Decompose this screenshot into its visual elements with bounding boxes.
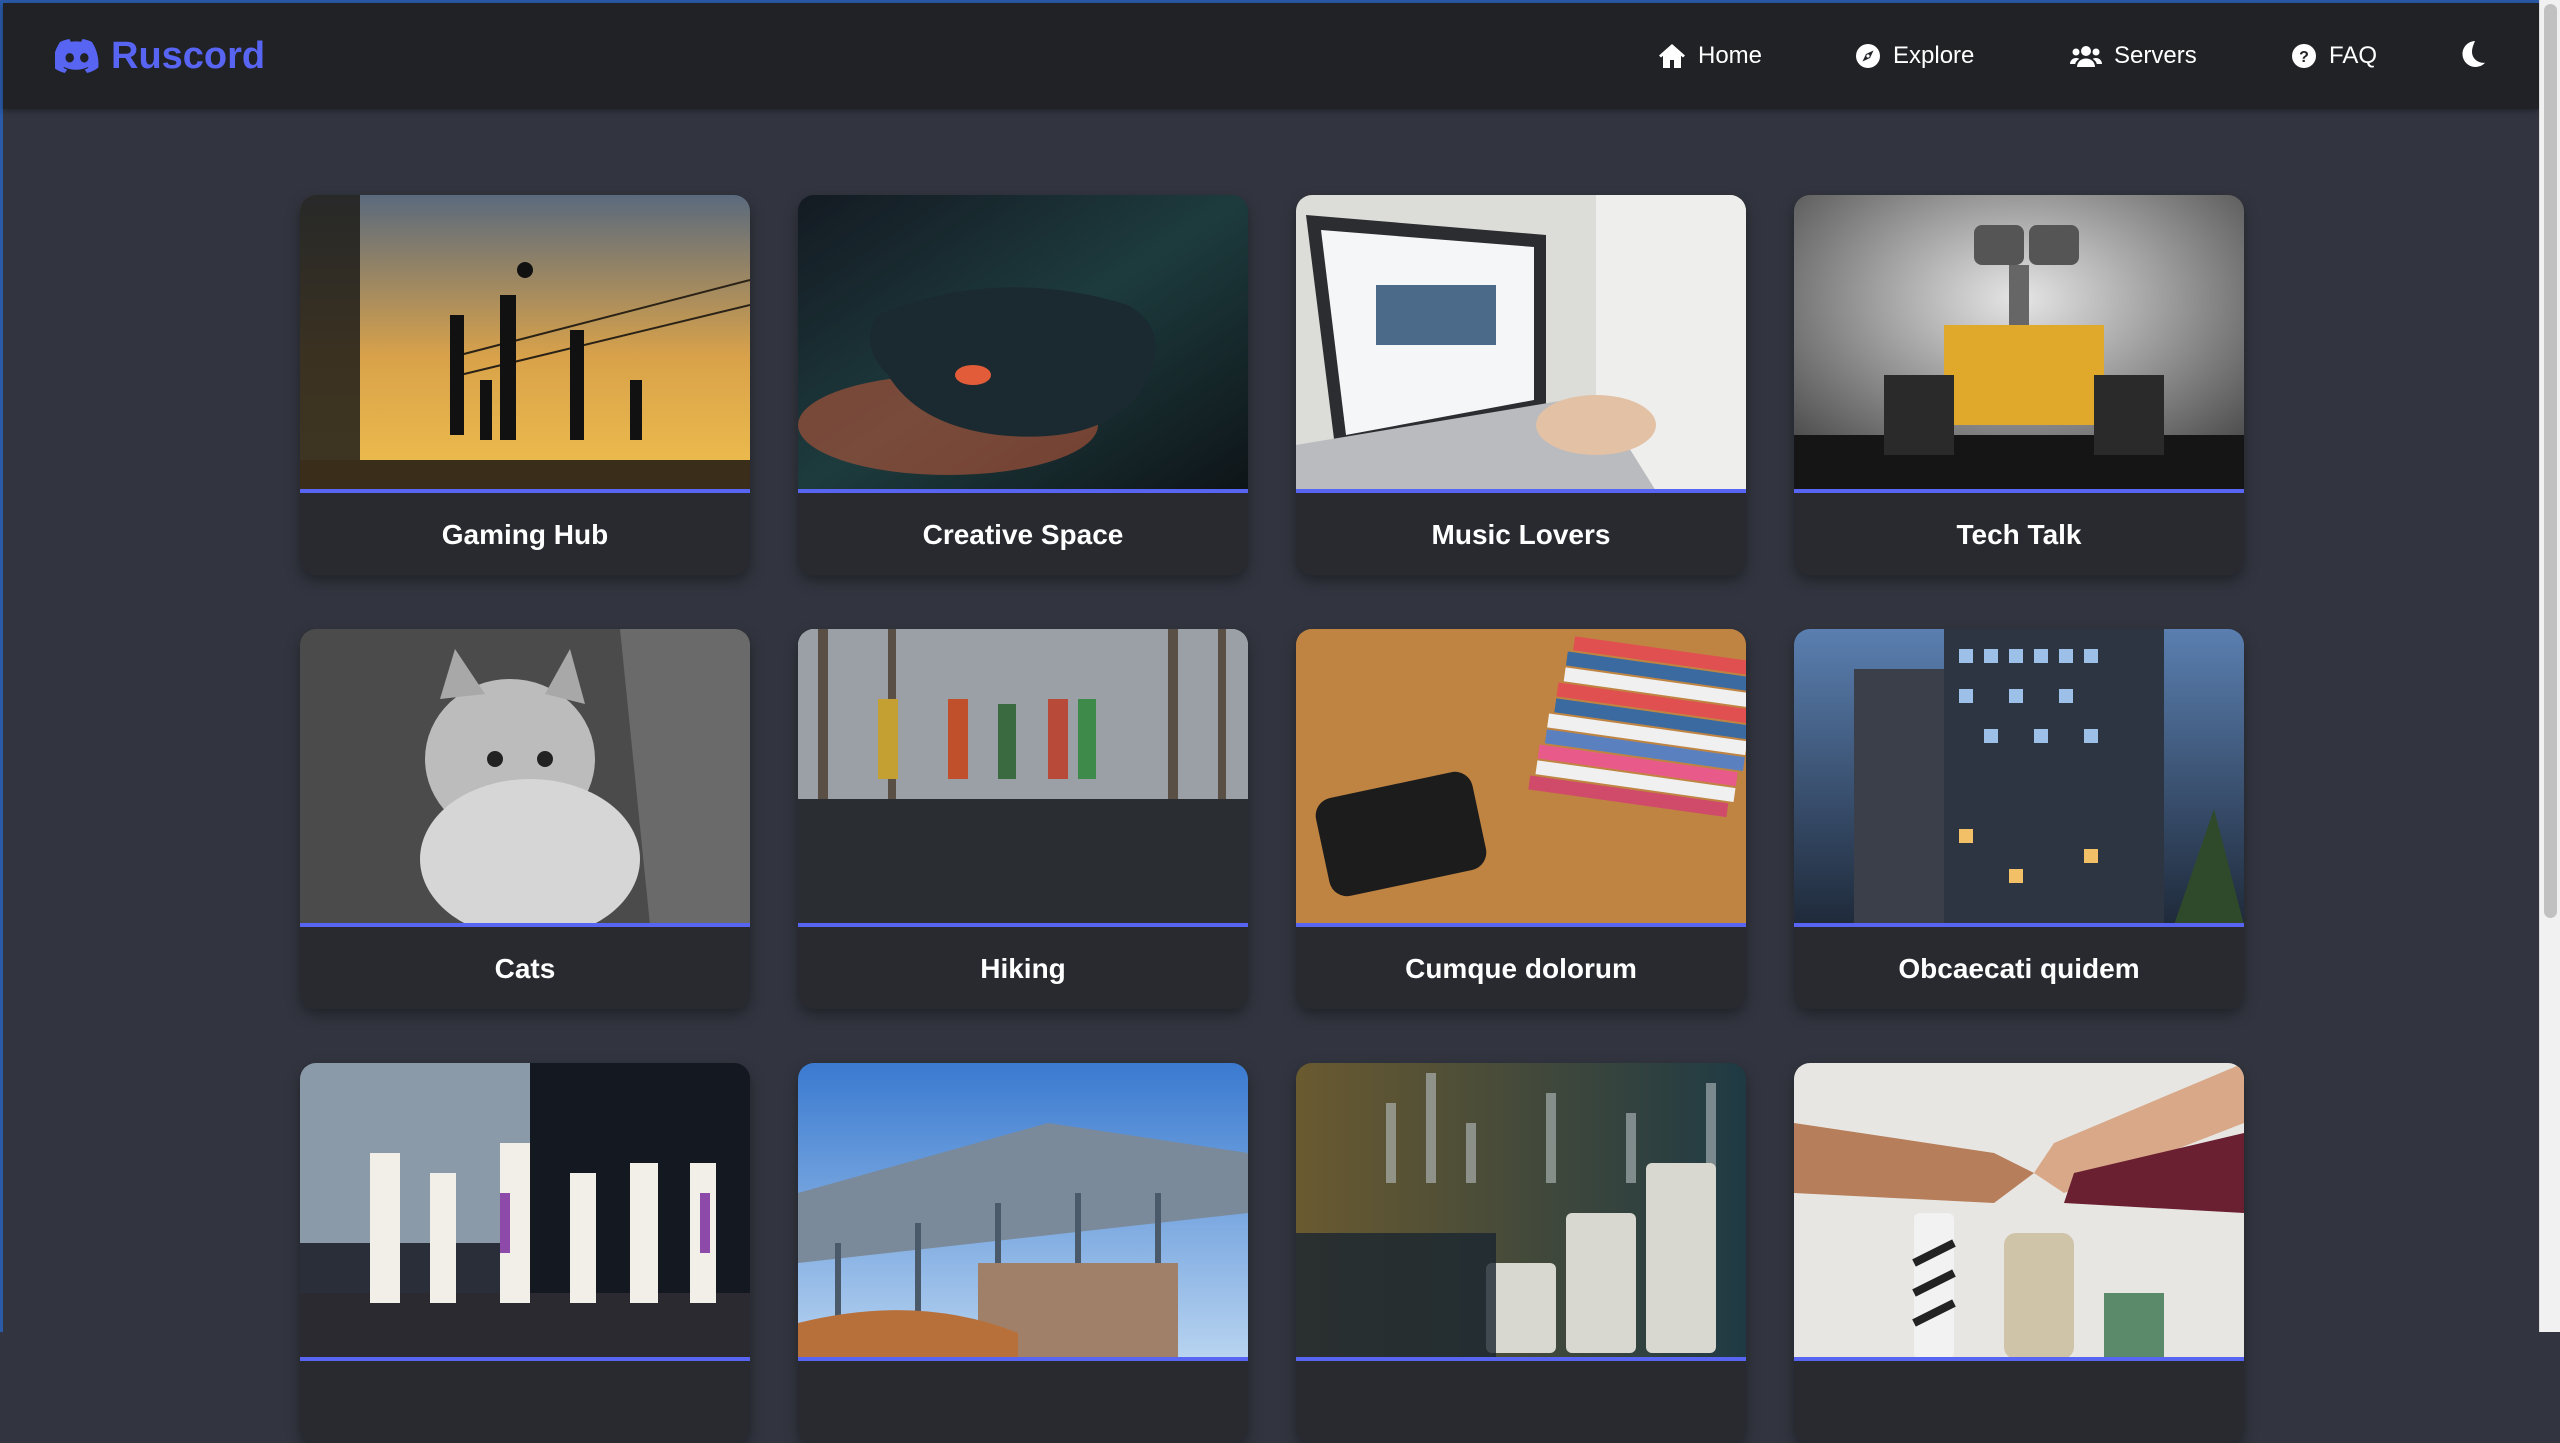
card-image <box>1794 1063 2244 1359</box>
card-title: Tech Talk <box>1956 519 2082 550</box>
card-image <box>1296 195 1746 491</box>
vertical-scrollbar[interactable] <box>2539 0 2560 1332</box>
card-title: Cats <box>494 953 556 984</box>
card-title <box>798 1361 1248 1443</box>
nav-servers[interactable]: Servers <box>2070 3 2197 109</box>
nav-faq[interactable]: ? FAQ <box>2291 3 2377 109</box>
card-title <box>1296 1361 1746 1443</box>
scrollbar-thumb[interactable] <box>2544 4 2557 918</box>
nav-home-label: Home <box>1698 42 1763 69</box>
card-title: Music Lovers <box>1431 519 1611 550</box>
server-card-music-lovers[interactable]: Music Lovers <box>1296 195 1746 575</box>
brand-link[interactable]: Ruscord <box>55 3 265 109</box>
server-card-9[interactable] <box>300 1063 750 1443</box>
question-circle-icon: ? <box>2291 43 2317 69</box>
users-icon <box>2070 44 2102 68</box>
discord-logo-icon <box>55 39 99 73</box>
card-image <box>1296 629 1746 925</box>
server-card-10[interactable] <box>798 1063 1248 1443</box>
brand-name: Ruscord <box>111 34 266 77</box>
card-title: Hiking <box>980 953 1066 984</box>
nav-explore-label: Explore <box>1893 42 1975 69</box>
server-card-11[interactable] <box>1296 1063 1746 1443</box>
home-icon <box>1658 43 1686 69</box>
moon-icon <box>2460 40 2486 73</box>
server-card-cats[interactable]: Cats <box>300 629 750 1009</box>
top-navbar: Ruscord Home Explore Servers ? FAQ <box>3 3 2539 109</box>
card-image <box>300 1063 750 1359</box>
svg-text:?: ? <box>2299 49 2309 66</box>
card-title: Cumque dolorum <box>1405 953 1637 984</box>
server-card-tech-talk[interactable]: Tech Talk <box>1794 195 2244 575</box>
theme-toggle-button[interactable] <box>2455 38 2491 74</box>
server-card-hiking[interactable]: Hiking <box>798 629 1248 1009</box>
server-card-creative-space[interactable]: Creative Space <box>798 195 1248 575</box>
nav-faq-label: FAQ <box>2329 42 2378 69</box>
server-card-12[interactable] <box>1794 1063 2244 1443</box>
server-card-cumque-dolorum[interactable]: Cumque dolorum <box>1296 629 1746 1009</box>
card-image <box>300 629 750 925</box>
card-image <box>1296 1063 1746 1359</box>
card-image <box>1794 629 2244 925</box>
card-image <box>1794 195 2244 491</box>
server-card-gaming-hub[interactable]: Gaming Hub <box>300 195 750 575</box>
card-image <box>300 195 750 491</box>
server-card-obcaecati-quidem[interactable]: Obcaecati quidem <box>1794 629 2244 1009</box>
window-frame-left <box>0 0 3 1332</box>
card-image <box>798 195 1248 491</box>
nav-explore[interactable]: Explore <box>1855 3 1974 109</box>
nav-home[interactable]: Home <box>1658 3 1762 109</box>
nav-servers-label: Servers <box>2114 42 2197 69</box>
card-title: Gaming Hub <box>441 519 609 550</box>
compass-icon <box>1855 43 1881 69</box>
card-title: Obcaecati quidem <box>1898 953 2140 984</box>
card-image <box>798 629 1248 925</box>
card-title: Creative Space <box>922 519 1124 550</box>
card-title <box>300 1361 750 1443</box>
card-title <box>1794 1361 2244 1443</box>
card-image <box>798 1063 1248 1359</box>
